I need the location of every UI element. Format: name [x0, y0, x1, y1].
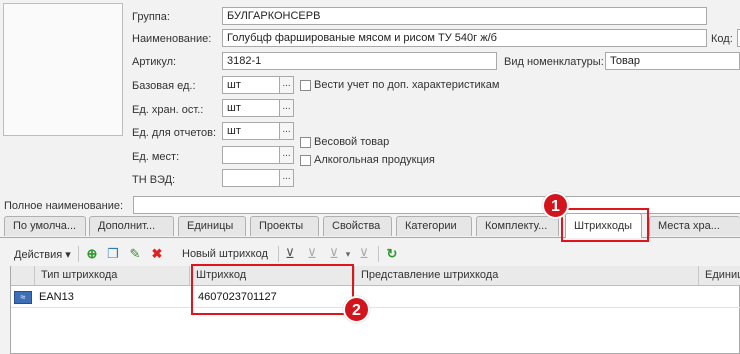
name-field[interactable]: Голубцф фаршированые мясом и рисом ТУ 54…: [222, 29, 707, 47]
tab-defaults[interactable]: По умолча...: [4, 216, 86, 236]
kind-label: Вид номенклатуры:: [504, 56, 604, 68]
name-label: Наименование:: [132, 33, 212, 45]
toolbar-separator: [78, 246, 79, 262]
alcohol-product-label: Алкогольная продукция: [314, 154, 435, 166]
code-label: Код:: [711, 33, 733, 45]
column-header-unit[interactable]: Единица: [699, 266, 740, 286]
add-icon[interactable]: ⊕: [84, 246, 100, 262]
base-unit-select-button[interactable]: ...: [279, 76, 294, 94]
places-unit-field[interactable]: [222, 146, 280, 164]
actions-menu[interactable]: Действия ▾: [14, 248, 71, 261]
chevron-down-icon[interactable]: ▾: [340, 246, 356, 262]
product-image-placeholder[interactable]: [3, 3, 123, 136]
column-header-representation[interactable]: Представление штрихкода: [355, 266, 699, 286]
weight-product-checkbox[interactable]: [300, 137, 311, 148]
cell-barcode-type[interactable]: EAN13: [35, 289, 78, 307]
edit-icon[interactable]: ✎: [127, 246, 143, 262]
clear-filter-icon[interactable]: ⊻: [356, 246, 372, 262]
group-field[interactable]: БУЛГАРКОНСЕРВ: [222, 7, 707, 25]
report-unit-field[interactable]: шт: [222, 122, 280, 140]
table-corner: [11, 266, 35, 286]
chevron-down-icon: ▾: [65, 249, 71, 261]
tab-categories[interactable]: Категории: [396, 216, 472, 236]
tab-properties[interactable]: Свойства: [323, 216, 392, 236]
article-field[interactable]: 3182-1: [222, 52, 497, 70]
additional-characteristics-checkbox[interactable]: [300, 80, 311, 91]
base-unit-label: Базовая ед.:: [132, 80, 196, 92]
report-unit-select-button[interactable]: ...: [279, 122, 294, 140]
article-label: Артикул:: [132, 56, 177, 68]
storage-unit-select-button[interactable]: ...: [279, 99, 294, 117]
tab-units[interactable]: Единицы: [178, 216, 246, 236]
tab-kit[interactable]: Комплекту...: [476, 216, 559, 236]
full-name-label: Полное наименование:: [4, 200, 124, 212]
alcohol-product-checkbox[interactable]: [300, 155, 311, 166]
cell-unit[interactable]: [700, 289, 708, 307]
group-label: Группа:: [132, 11, 170, 23]
tab-additional[interactable]: Дополнит...: [89, 216, 174, 236]
table-row[interactable]: [11, 288, 740, 308]
additional-characteristics-label: Вести учет по доп. характеристикам: [314, 79, 500, 91]
filter-icon[interactable]: ⊻: [282, 246, 298, 262]
highlight-tab-barcodes: [561, 208, 649, 242]
annotation-badge-2: 2: [343, 296, 370, 323]
column-header-barcode-type[interactable]: Тип штрихкода: [35, 266, 190, 286]
refresh-icon[interactable]: ↻: [384, 246, 400, 262]
places-unit-select-button[interactable]: ...: [279, 146, 294, 164]
highlight-barcode-column: [191, 264, 354, 315]
tnved-label: ТН ВЭД:: [132, 174, 176, 186]
delete-icon[interactable]: ✖: [149, 246, 165, 262]
weight-product-label: Весовой товар: [314, 136, 390, 148]
annotation-badge-1: 1: [542, 192, 569, 219]
storage-unit-label: Ед. хран. ост.:: [132, 104, 204, 116]
tnved-select-button[interactable]: ...: [279, 169, 294, 187]
tab-projects[interactable]: Проекты: [250, 216, 319, 236]
storage-unit-field[interactable]: шт: [222, 99, 280, 117]
tnved-field[interactable]: [222, 169, 280, 187]
places-unit-label: Ед. мест:: [132, 151, 180, 163]
base-unit-field[interactable]: шт: [222, 76, 280, 94]
kind-field[interactable]: Товар: [605, 52, 740, 70]
new-barcode-button[interactable]: Новый штрихкод: [182, 248, 268, 260]
report-unit-label: Ед. для отчетов:: [132, 127, 217, 139]
toolbar-separator: [378, 246, 379, 262]
tab-storage-places[interactable]: Места хра...: [649, 216, 740, 236]
row-barcode-icon: ≈: [14, 291, 32, 304]
copy-icon[interactable]: ❐: [105, 246, 121, 262]
toolbar-separator: [278, 246, 279, 262]
filter-disabled-icon[interactable]: ⊻: [304, 246, 320, 262]
